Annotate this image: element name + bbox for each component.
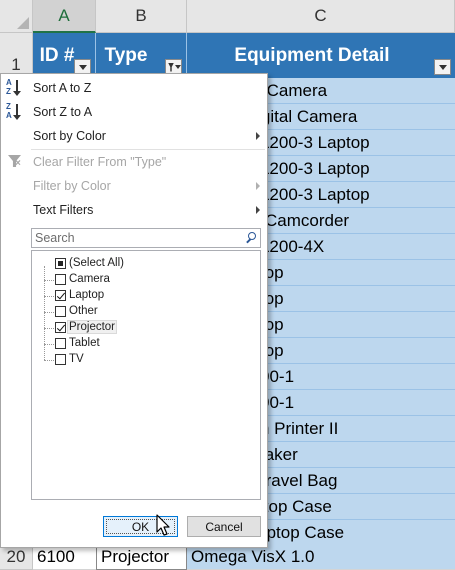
menu-sort-z-to-a[interactable]: ZA Sort Z to A xyxy=(1,100,267,124)
column-header-c[interactable]: C xyxy=(187,0,455,33)
menu-sort-by-color[interactable]: Sort by Color xyxy=(1,124,267,148)
menu-label: Sort A to Z xyxy=(33,81,92,95)
header-cell-type[interactable]: Type xyxy=(96,33,187,78)
column-header-b[interactable]: B xyxy=(96,0,187,33)
filter-button-detail[interactable] xyxy=(434,59,451,75)
corner-triangle-icon xyxy=(17,17,29,29)
filter-search-box[interactable] xyxy=(31,228,261,248)
funnel-filter-icon xyxy=(168,62,174,72)
checkbox-partial[interactable] xyxy=(55,258,66,269)
menu-filter-by-color[interactable]: Filter by Color xyxy=(1,174,267,198)
header-id-label: ID # xyxy=(39,44,75,66)
submenu-arrow-icon xyxy=(256,206,260,214)
dropdown-arrow-icon xyxy=(175,65,181,69)
row-header-1[interactable]: 1 xyxy=(0,33,33,78)
menu-label: Sort by Color xyxy=(33,129,106,143)
menu-label: Filter by Color xyxy=(33,179,111,193)
search-icon xyxy=(245,232,256,243)
cancel-button[interactable]: Cancel xyxy=(187,516,261,537)
select-all-corner[interactable] xyxy=(0,0,33,33)
submenu-arrow-icon xyxy=(256,182,260,190)
dropdown-arrow-icon xyxy=(438,64,447,70)
column-header-a[interactable]: A xyxy=(33,0,96,33)
header-type-label: Type xyxy=(104,44,148,66)
menu-label: Text Filters xyxy=(33,203,94,217)
filter-search-input[interactable] xyxy=(32,229,237,247)
checkbox-unchecked[interactable] xyxy=(55,274,66,285)
menu-sort-a-to-z[interactable]: AZ Sort A to Z xyxy=(1,76,267,100)
submenu-arrow-icon xyxy=(256,132,260,140)
autofilter-dropdown: AZ Sort A to Z ZA Sort Z to A Sort by Co… xyxy=(0,73,268,548)
header-detail-label: Equipment Detail xyxy=(234,44,390,66)
menu-label: Clear Filter From "Type" xyxy=(33,155,167,169)
checkbox-checked[interactable] xyxy=(55,290,66,301)
checkbox-unchecked[interactable] xyxy=(55,338,66,349)
menu-text-filters[interactable]: Text Filters xyxy=(1,198,267,222)
header-cell-id[interactable]: ID # xyxy=(33,33,96,78)
filter-values-list[interactable]: (Select All) Camera Laptop Other Project… xyxy=(31,250,261,500)
sort-ascending-icon: AZ xyxy=(6,79,22,97)
checkbox-checked[interactable] xyxy=(55,322,66,333)
sort-descending-icon: ZA xyxy=(6,103,22,121)
checkbox-unchecked[interactable] xyxy=(55,354,66,365)
menu-clear-filter[interactable]: × Clear Filter From "Type" xyxy=(1,150,267,174)
menu-label: Sort Z to A xyxy=(33,105,93,119)
dropdown-arrow-icon xyxy=(78,64,87,70)
checkbox-unchecked[interactable] xyxy=(55,306,66,317)
header-cell-detail[interactable]: Equipment Detail xyxy=(187,33,455,78)
mouse-pointer-icon xyxy=(156,514,170,536)
